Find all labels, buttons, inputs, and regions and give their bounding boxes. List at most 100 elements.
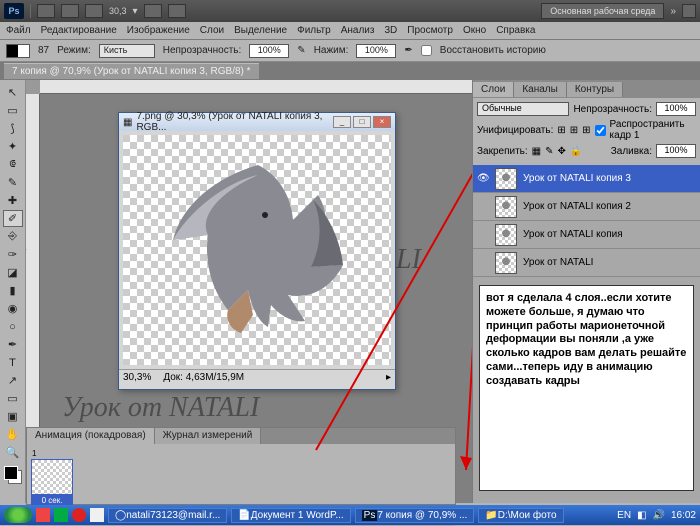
lasso-tool[interactable]: ⟆ [3, 120, 23, 137]
menu-select[interactable]: Выделение [234, 25, 287, 36]
visibility-icon[interactable] [477, 229, 489, 241]
clock[interactable]: 16:02 [671, 510, 696, 521]
layer-name[interactable]: Урок от NATALI копия 2 [523, 201, 631, 212]
tab-layers[interactable]: Слои [473, 82, 514, 97]
menu-help[interactable]: Справка [496, 25, 535, 36]
layer-thumbnail[interactable] [495, 196, 517, 218]
minibridge-icon[interactable] [61, 4, 79, 18]
brush-tool[interactable]: ✐ [3, 210, 23, 227]
layer-thumbnail[interactable] [495, 252, 517, 274]
ruler-horizontal[interactable] [40, 80, 472, 94]
tab-paths[interactable]: Контуры [567, 82, 623, 97]
menu-3d[interactable]: 3D [384, 25, 397, 36]
tab-channels[interactable]: Каналы [514, 82, 567, 97]
eyedropper-tool[interactable]: ✎ [3, 174, 23, 191]
zoom-tool[interactable]: 🔍 [3, 444, 23, 461]
unify-style-icon[interactable]: ⊞ [582, 125, 590, 136]
quick-launch-icon[interactable] [36, 508, 50, 522]
opera-icon[interactable] [72, 508, 86, 522]
quick-launch-icon[interactable] [90, 508, 104, 522]
restore-history-checkbox[interactable] [421, 45, 432, 56]
floating-window-titlebar[interactable]: ▦ 7.png @ 30,3% (Урок от NATALI копия 3,… [119, 113, 395, 131]
hand-tool[interactable]: ✋ [3, 426, 23, 443]
tab-measurement-log[interactable]: Журнал измерений [155, 428, 262, 444]
flow-input[interactable]: 100% [356, 44, 396, 58]
tablet-icon[interactable]: ✎ [297, 45, 305, 56]
start-button[interactable] [4, 507, 32, 523]
menu-layer[interactable]: Слои [200, 25, 224, 36]
lock-all-icon[interactable]: 🔒 [570, 146, 582, 157]
layer-row[interactable]: Урок от NATALI [473, 249, 700, 277]
dodge-tool[interactable]: ○ [3, 318, 23, 335]
opacity-input[interactable]: 100% [249, 44, 289, 58]
layer-opacity-input[interactable]: 100% [656, 102, 696, 116]
3d-tool[interactable]: ▣ [3, 408, 23, 425]
layer-row[interactable]: Урок от NATALI копия [473, 221, 700, 249]
chevron-down-icon[interactable]: ▾ [133, 6, 138, 17]
zoom-level[interactable]: 30,3 [109, 6, 127, 16]
taskbar-item-mail[interactable]: ◯ natali73123@mail.r... [108, 508, 227, 523]
layer-row[interactable]: Урок от NATALI копия 2 [473, 193, 700, 221]
layer-thumbnail[interactable] [495, 224, 517, 246]
menu-analysis[interactable]: Анализ [341, 25, 375, 36]
document-tab[interactable]: 7 копия @ 70,9% (Урок от NATALI копия 3,… [4, 63, 259, 79]
quick-launch-icon[interactable] [54, 508, 68, 522]
language-indicator[interactable]: EN [617, 510, 631, 521]
brush-preview[interactable] [6, 44, 30, 58]
menu-image[interactable]: Изображение [127, 25, 190, 36]
inner-zoom[interactable]: 30,3% [123, 372, 151, 383]
unify-visibility-icon[interactable]: ⊞ [570, 125, 578, 136]
visibility-icon[interactable] [477, 257, 489, 269]
fill-input[interactable]: 100% [656, 144, 696, 158]
tray-icon[interactable]: ◧ [637, 510, 646, 521]
move-tool[interactable]: ↖ [3, 84, 23, 101]
path-tool[interactable]: ↗ [3, 372, 23, 389]
animation-frame[interactable]: 1 0 сек. [31, 448, 73, 506]
taskbar-item-photoshop[interactable]: Ps 7 копия @ 70,9% ... [355, 508, 475, 523]
marquee-tool[interactable]: ▭ [3, 102, 23, 119]
stamp-tool[interactable]: ⎆ [3, 228, 23, 245]
minimize-button[interactable]: _ [333, 116, 351, 128]
tab-animation[interactable]: Анимация (покадровая) [27, 428, 155, 444]
menu-file[interactable]: Файл [6, 25, 31, 36]
gradient-tool[interactable]: ▮ [3, 282, 23, 299]
arrange-docs-icon[interactable] [144, 4, 162, 18]
propagate-frame-checkbox[interactable] [595, 125, 606, 136]
menu-window[interactable]: Окно [463, 25, 486, 36]
unify-position-icon[interactable]: ⊞ [557, 125, 565, 136]
blur-tool[interactable]: ◉ [3, 300, 23, 317]
wand-tool[interactable]: ✦ [3, 138, 23, 155]
csLive-icon[interactable] [682, 4, 696, 18]
taskbar-item-folder[interactable]: 📁 D:\Мои фото [478, 508, 563, 523]
mode-select[interactable]: Кисть [99, 44, 155, 58]
shape-tool[interactable]: ▭ [3, 390, 23, 407]
history-brush-tool[interactable]: ✑ [3, 246, 23, 263]
pen-tool[interactable]: ✒ [3, 336, 23, 353]
layer-name[interactable]: Урок от NATALI [523, 257, 593, 268]
chevron-double-icon[interactable]: » [670, 6, 676, 17]
menu-filter[interactable]: Фильтр [297, 25, 331, 36]
layer-name[interactable]: Урок от NATALI копия 3 [523, 173, 631, 184]
color-swatches[interactable] [4, 466, 22, 484]
brush-size-label[interactable]: 87 [38, 45, 49, 56]
menu-edit[interactable]: Редактирование [41, 25, 117, 36]
workspace-switcher[interactable]: Основная рабочая среда [541, 3, 664, 19]
tray-icon[interactable]: 🔊 [653, 510, 665, 521]
close-button[interactable]: × [373, 116, 391, 128]
view-extras-icon[interactable] [85, 4, 103, 18]
frame-thumbnail[interactable] [31, 459, 73, 495]
visibility-icon[interactable]: 👁 [477, 173, 489, 185]
layer-row[interactable]: 👁 Урок от NATALI копия 3 [473, 165, 700, 193]
layer-name[interactable]: Урок от NATALI копия [523, 229, 623, 240]
blend-mode-select[interactable]: Обычные [477, 102, 569, 116]
taskbar-item-wordpad[interactable]: 📄 Документ 1 WordP... [231, 508, 350, 523]
bridge-icon[interactable] [37, 4, 55, 18]
visibility-icon[interactable] [477, 201, 489, 213]
eraser-tool[interactable]: ◪ [3, 264, 23, 281]
crop-tool[interactable]: ⟃ [3, 156, 23, 173]
layer-thumbnail[interactable] [495, 168, 517, 190]
airbrush-icon[interactable]: ✒ [404, 45, 412, 56]
menu-view[interactable]: Просмотр [407, 25, 453, 36]
maximize-button[interactable]: □ [353, 116, 371, 128]
lock-pixels-icon[interactable]: ✎ [545, 146, 553, 157]
